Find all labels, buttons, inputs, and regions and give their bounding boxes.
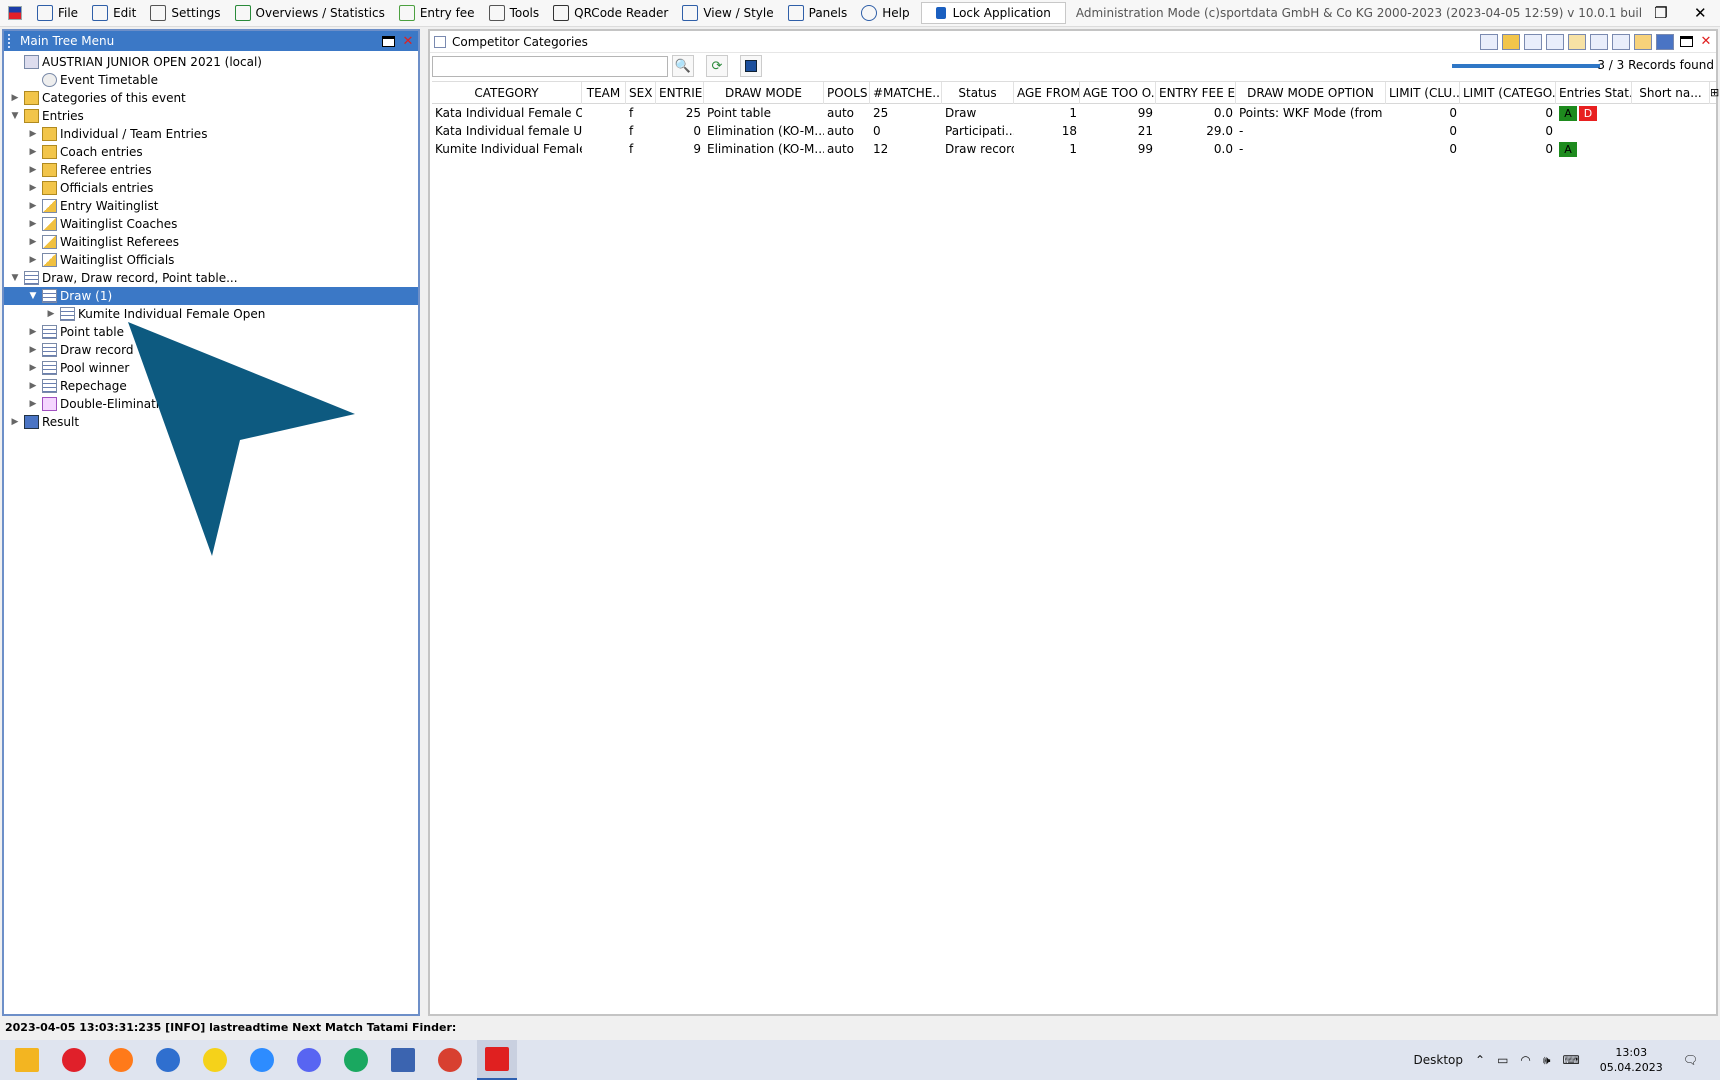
pointer-arrow-icon — [128, 322, 355, 556]
